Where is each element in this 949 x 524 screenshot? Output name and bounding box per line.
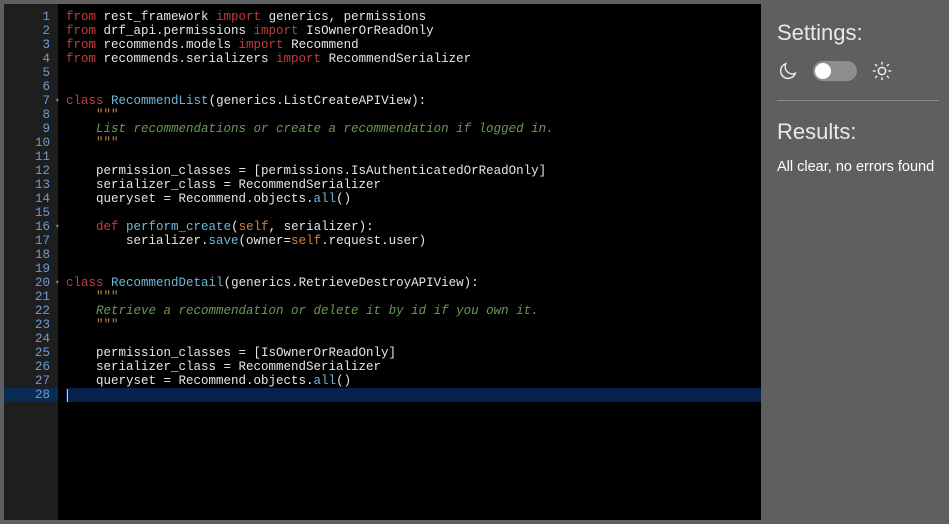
code-line[interactable] [66,150,761,164]
line-number: 12 [4,164,58,178]
line-number: 7 [4,94,58,108]
line-number: 24 [4,332,58,346]
code-line[interactable]: from recommends.serializers import Recom… [66,52,761,66]
line-number: 2 [4,24,58,38]
line-number: 21 [4,290,58,304]
code-line[interactable]: serializer_class = RecommendSerializer [66,178,761,192]
code-line[interactable] [66,66,761,80]
code-line[interactable]: from drf_api.permissions import IsOwnerO… [66,24,761,38]
code-line[interactable]: from recommends.models import Recommend [66,38,761,52]
line-number: 22 [4,304,58,318]
line-number: 6 [4,80,58,94]
side-panel: Settings: Results: All clear, no errors … [761,0,949,524]
code-line[interactable]: serializer_class = RecommendSerializer [66,360,761,374]
line-number: 16 [4,220,58,234]
line-number: 25 [4,346,58,360]
code-line[interactable]: """ [66,136,761,150]
line-number: 13 [4,178,58,192]
line-number: 11 [4,150,58,164]
line-number: 15 [4,206,58,220]
code-line[interactable]: Retrieve a recommendation or delete it b… [66,304,761,318]
code-line[interactable]: """ [66,108,761,122]
line-number: 9 [4,122,58,136]
line-number: 20 [4,276,58,290]
sun-icon [871,60,893,82]
settings-heading: Settings: [777,20,939,46]
code-line[interactable] [66,248,761,262]
line-number: 14 [4,192,58,206]
code-line[interactable] [66,262,761,276]
theme-toggle[interactable] [813,61,857,81]
code-line[interactable]: """ [66,318,761,332]
line-number: 23 [4,318,58,332]
code-line[interactable]: """ [66,290,761,304]
results-message: All clear, no errors found [777,159,939,175]
line-number: 4 [4,52,58,66]
moon-icon [777,60,799,82]
results-heading: Results: [777,119,939,145]
line-number: 26 [4,360,58,374]
line-number: 10 [4,136,58,150]
line-number: 28 [4,388,58,402]
code-line[interactable]: def perform_create(self, serializer): [66,220,761,234]
line-number: 1 [4,10,58,24]
line-number: 8 [4,108,58,122]
code-line[interactable]: List recommendations or create a recomme… [66,122,761,136]
code-line[interactable] [66,332,761,346]
line-number: 19 [4,262,58,276]
theme-toggle-row [777,60,939,101]
line-number: 27 [4,374,58,388]
code-line[interactable]: serializer.save(owner=self.request.user) [66,234,761,248]
code-editor[interactable]: 1234567891011121314151617181920212223242… [4,4,761,520]
code-line[interactable]: class RecommendDetail(generics.RetrieveD… [66,276,761,290]
line-number-gutter: 1234567891011121314151617181920212223242… [4,4,58,520]
line-number: 17 [4,234,58,248]
code-line[interactable] [66,206,761,220]
text-cursor [67,389,68,402]
code-line[interactable]: queryset = Recommend.objects.all() [66,192,761,206]
line-number: 5 [4,66,58,80]
code-line[interactable]: queryset = Recommend.objects.all() [66,374,761,388]
code-line[interactable]: from rest_framework import generics, per… [66,10,761,24]
code-line[interactable] [66,80,761,94]
code-line[interactable]: permission_classes = [permissions.IsAuth… [66,164,761,178]
line-number: 18 [4,248,58,262]
code-line[interactable] [66,388,761,402]
code-line[interactable]: class RecommendList(generics.ListCreateA… [66,94,761,108]
code-line[interactable]: permission_classes = [IsOwnerOrReadOnly] [66,346,761,360]
code-content[interactable]: from rest_framework import generics, per… [58,4,761,520]
line-number: 3 [4,38,58,52]
